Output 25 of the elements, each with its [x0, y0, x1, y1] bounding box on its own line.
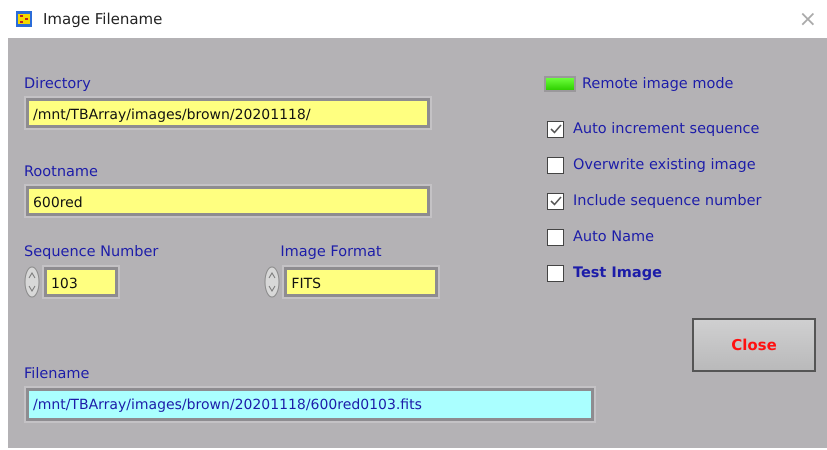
app-icon [15, 10, 33, 28]
checkbox-label: Include sequence number [573, 193, 762, 209]
rootname-field[interactable]: 600red [26, 186, 430, 216]
checkbox-label: Auto Name [573, 229, 654, 245]
field-label: Filename [24, 366, 90, 382]
spinner-icon[interactable] [24, 266, 40, 298]
format-field[interactable]: FITS [284, 267, 438, 297]
directory-field[interactable]: /mnt/TBArray/images/brown/20201118/ [26, 98, 430, 128]
filename-field: /mnt/TBArray/images/brown/20201118/600red0103.fits [26, 388, 594, 420]
checkbox[interactable] [547, 264, 564, 282]
checkbox[interactable] [547, 120, 564, 138]
window-title: Image Filename [43, 10, 164, 28]
checkbox-label: Auto increment sequence [573, 121, 760, 137]
field-label: Directory [24, 76, 91, 92]
checkbox[interactable] [547, 156, 564, 174]
field-label: Image Format [280, 244, 383, 260]
field-label: Rootname [24, 164, 98, 180]
spinner-icon[interactable] [264, 266, 280, 298]
checkbox-label: Test Image [573, 265, 662, 281]
checkbox[interactable] [547, 228, 564, 246]
sequence-field[interactable]: 103 [44, 267, 118, 297]
field-label: Sequence Number [24, 244, 158, 260]
checkbox[interactable] [547, 192, 564, 210]
checkbox-label: Overwrite existing image [573, 157, 756, 173]
indicator-label: Remote image mode [582, 76, 734, 92]
